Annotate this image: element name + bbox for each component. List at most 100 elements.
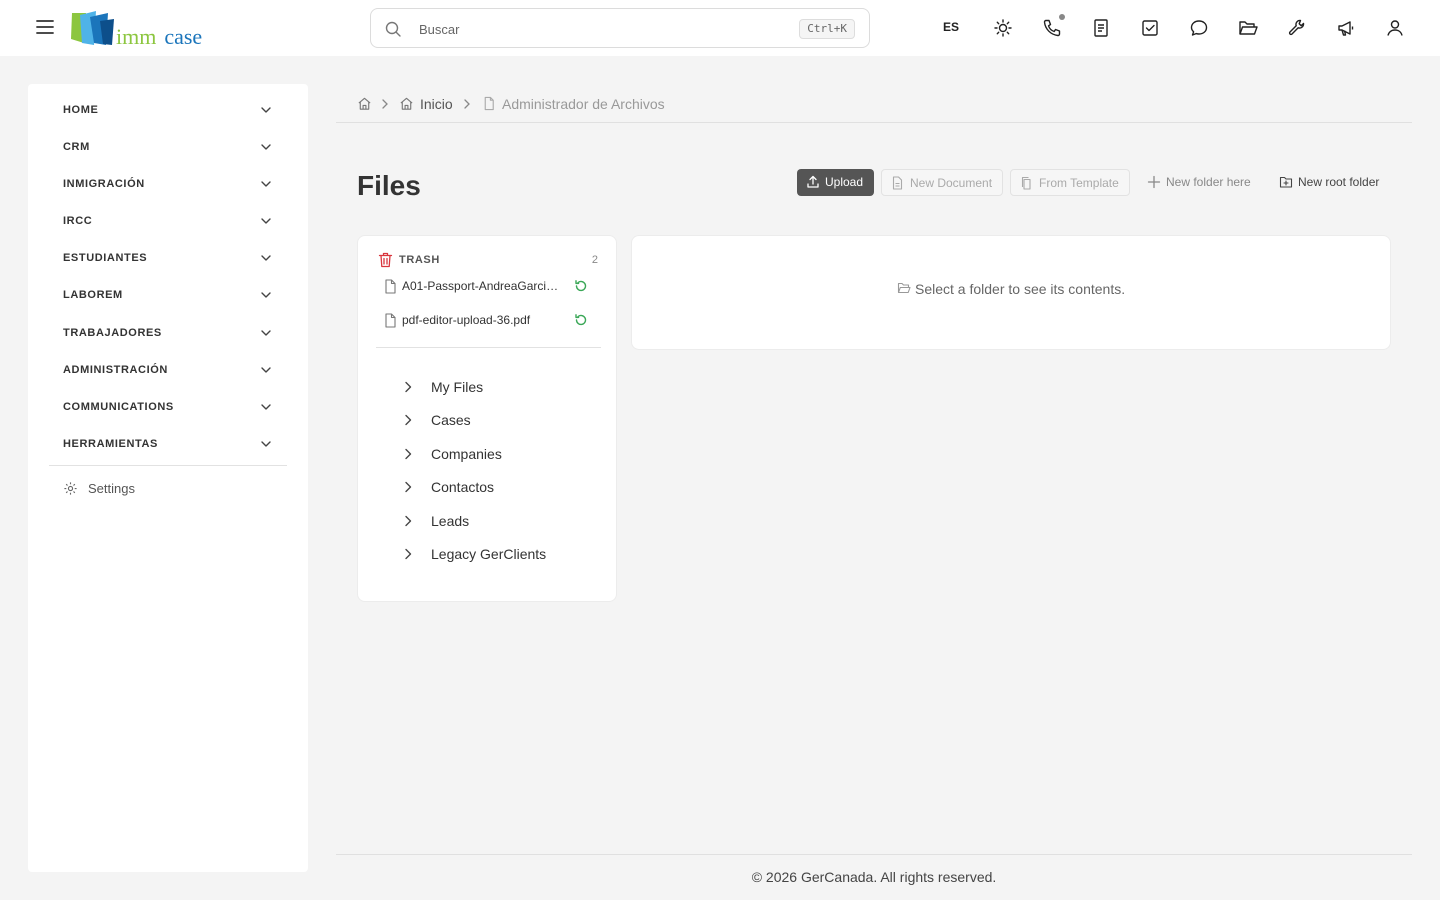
restore-icon[interactable] [574,279,588,293]
user-icon[interactable] [1384,17,1406,39]
chat-icon[interactable] [1188,17,1210,39]
trash-count: 2 [591,254,598,266]
chevron-down-icon [261,144,271,150]
language-selector[interactable]: ES [938,20,964,34]
sidebar-item-communications[interactable]: COMMUNICATIONS [63,396,273,420]
trash-file-name: pdf-editor-upload-36.pdf [402,313,531,327]
folder-open-icon[interactable] [1237,17,1259,39]
folder-item-my-files[interactable]: My Files [400,376,600,398]
empty-state-message: Select a folder to see its contents. [915,281,1126,297]
wrench-icon[interactable] [1286,17,1308,39]
breadcrumb: Inicio Administrador de Archivos [357,94,957,114]
trash-icon [378,252,393,268]
chevron-down-icon [261,367,271,373]
sidebar-item-trabajadores[interactable]: TRABAJADORES [63,322,273,346]
copy-icon [1021,176,1031,190]
sidebar-item-ircc[interactable]: IRCC [63,210,273,234]
upload-icon [807,175,819,188]
sidebar-item-herramientas[interactable]: HERRAMIENTAS [63,433,273,457]
chevron-right-icon [382,99,388,109]
folder-tree-panel: TRASH 2 A01-Passport-AndreaGarcia.pdf pd… [357,235,617,602]
sidebar-item-laborem[interactable]: LABOREM [63,284,273,308]
chevron-down-icon [261,441,271,447]
top-bar: immcase Ctrl+K ES [0,0,1440,56]
gear-icon [64,482,77,495]
chevron-down-icon [261,218,271,224]
sidebar-divider [49,465,287,466]
search-input[interactable] [419,19,779,39]
restore-icon[interactable] [574,313,588,327]
sidebar: HOME CRM INMIGRACIÓN IRCC ESTUDIANTES LA… [28,84,308,872]
app-logo[interactable]: imm case [70,11,210,49]
trash-file-item[interactable]: pdf-editor-upload-36.pdf [384,312,588,330]
sidebar-item-label: ESTUDIANTES [63,252,148,264]
breadcrumb-current-label: Administrador de Archivos [502,96,665,112]
folder-item-contactos[interactable]: Contactos [400,476,600,498]
search-box[interactable]: Ctrl+K [370,8,870,48]
home-icon [400,97,413,110]
folder-label: My Files [431,379,484,395]
folder-label: Contactos [431,479,495,495]
folder-open-icon [897,282,911,294]
sidebar-item-crm[interactable]: CRM [63,136,273,160]
tree-divider [376,347,601,348]
home-icon[interactable] [357,96,372,111]
folder-label: Legacy GerClients [431,546,547,562]
page-title: Files [357,170,421,201]
plus-icon [1147,175,1161,189]
search-shortcut-badge: Ctrl+K [799,19,855,39]
folder-label: Leads [431,513,470,529]
sidebar-item-label: HERRAMIENTAS [63,438,158,450]
sidebar-item-label: HOME [63,104,99,116]
upload-button[interactable]: Upload [797,169,874,196]
sidebar-item-label: ADMINISTRACIÓN [63,364,168,376]
folder-item-legacy-gerclients[interactable]: Legacy GerClients [400,543,600,565]
from-template-button[interactable]: From Template [1010,169,1130,196]
breadcrumb-divider [336,122,1412,123]
chevron-down-icon [261,255,271,261]
sidebar-item-settings[interactable]: Settings [63,479,273,501]
folder-plus-icon [1279,176,1293,188]
footer-divider [336,854,1412,855]
search-icon [385,21,401,37]
phone-icon[interactable] [1041,17,1063,39]
chevron-right-icon [405,481,412,493]
sidebar-item-label: LABOREM [63,289,123,301]
new-root-folder-button[interactable]: New root folder [1270,169,1390,196]
phone-status-dot [1059,14,1065,20]
trash-file-item[interactable]: A01-Passport-AndreaGarcia.pdf [384,278,588,296]
chevron-down-icon [261,181,271,187]
sidebar-item-label: COMMUNICATIONS [63,401,174,413]
sidebar-item-home[interactable]: HOME [63,99,273,123]
chevron-right-icon [405,548,412,560]
sidebar-item-label: IRCC [63,215,93,227]
sidebar-item-label: INMIGRACIÓN [63,178,145,190]
chevron-down-icon [261,330,271,336]
chevron-right-icon [405,414,412,426]
trash-header[interactable]: TRASH 2 [378,252,598,270]
sidebar-item-estudiantes[interactable]: ESTUDIANTES [63,247,273,271]
chevron-down-icon [261,292,271,298]
folder-item-companies[interactable]: Companies [400,443,600,465]
sidebar-item-administracion[interactable]: ADMINISTRACIÓN [63,359,273,383]
new-folder-here-button[interactable]: New folder here [1138,169,1262,196]
chevron-right-icon [464,99,470,109]
megaphone-icon[interactable] [1335,17,1357,39]
sidebar-item-label: TRABAJADORES [63,327,162,339]
new-document-button[interactable]: New Document [881,169,1003,196]
sidebar-item-inmigracion[interactable]: INMIGRACIÓN [63,173,273,197]
file-icon [484,96,494,111]
theme-icon[interactable] [992,17,1014,39]
tasks-icon[interactable] [1139,17,1161,39]
menu-icon[interactable] [34,16,56,38]
notes-icon[interactable] [1090,17,1112,39]
footer-copyright: © 2026 GerCanada. All rights reserved. [751,869,997,885]
folder-item-cases[interactable]: Cases [400,409,600,431]
folder-label: Companies [431,446,502,462]
trash-file-name: A01-Passport-AndreaGarcia.pdf [402,279,560,293]
logo-wordmark: imm case [116,24,203,49]
chevron-right-icon [405,515,412,527]
document-icon [892,176,903,190]
sidebar-item-label: CRM [63,141,90,153]
folder-item-leads[interactable]: Leads [400,510,600,532]
